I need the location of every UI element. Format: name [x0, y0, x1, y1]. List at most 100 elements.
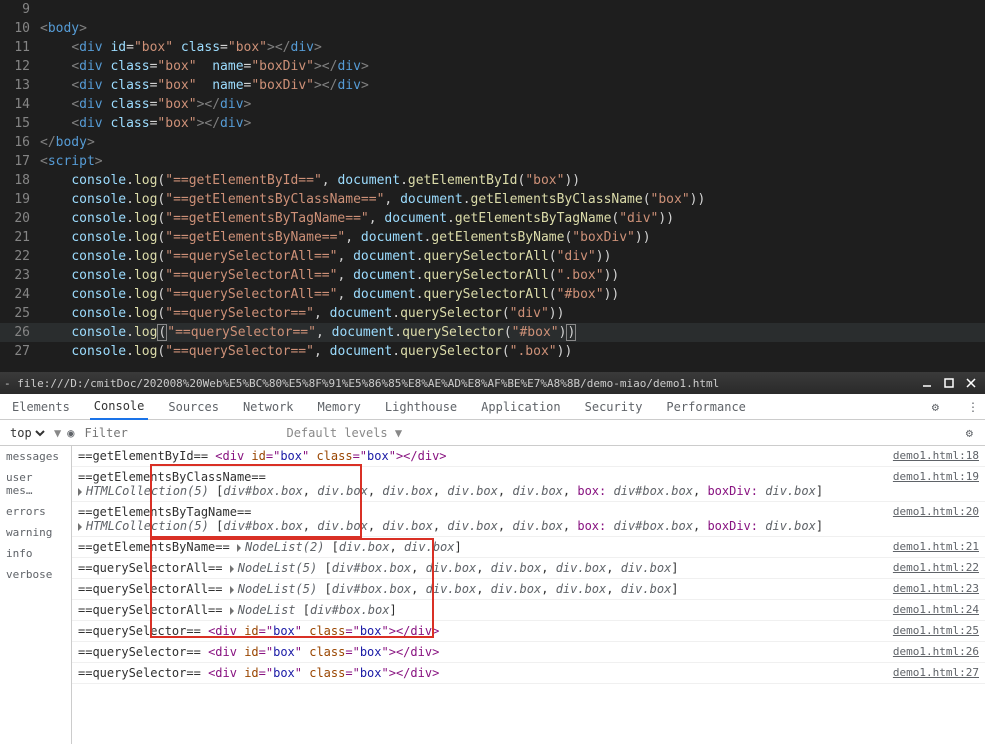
chevron-down-icon: ▼ — [54, 426, 61, 440]
code-content[interactable]: console.log("==querySelectorAll==", docu… — [40, 247, 611, 266]
code-line[interactable]: 17<script> — [0, 152, 985, 171]
code-editor[interactable]: 910<body>11 <div id="box" class="box"></… — [0, 0, 985, 372]
console-log-row[interactable]: ==querySelectorAll== NodeList(5) [div#bo… — [72, 558, 985, 579]
code-content[interactable]: console.log("==getElementsByClassName=="… — [40, 190, 705, 209]
source-link[interactable]: demo1.html:22 — [885, 561, 979, 574]
line-number: 26 — [0, 323, 40, 342]
code-line[interactable]: 25 console.log("==querySelector==", docu… — [0, 304, 985, 323]
sidebar-filter-messages[interactable]: messages — [0, 446, 71, 467]
code-line[interactable]: 16</body> — [0, 133, 985, 152]
console-log-row[interactable]: ==querySelector== <div id="box" class="b… — [72, 642, 985, 663]
console-log-row[interactable]: ==querySelectorAll== NodeList(5) [div#bo… — [72, 579, 985, 600]
console-settings-icon[interactable]: ⚙ — [960, 426, 979, 440]
source-link[interactable]: demo1.html:23 — [885, 582, 979, 595]
console-log-row[interactable]: ==querySelector== <div id="box" class="b… — [72, 621, 985, 642]
tab-application[interactable]: Application — [477, 394, 564, 420]
code-line[interactable]: 9 — [0, 0, 985, 19]
code-content[interactable]: console.log("==getElementsByName==", doc… — [40, 228, 651, 247]
code-content[interactable]: console.log("==querySelectorAll==", docu… — [40, 266, 619, 285]
sidebar-filter-usermes[interactable]: user mes… — [0, 467, 71, 501]
source-link[interactable]: demo1.html:27 — [885, 666, 979, 679]
code-line[interactable]: 18 console.log("==getElementById==", doc… — [0, 171, 985, 190]
code-line[interactable]: 19 console.log("==getElementsByClassName… — [0, 190, 985, 209]
line-number: 22 — [0, 247, 40, 266]
code-line[interactable]: 15 <div class="box"></div> — [0, 114, 985, 133]
code-line[interactable]: 12 <div class="box" name="boxDiv"></div> — [0, 57, 985, 76]
more-icon[interactable]: ⋮ — [961, 400, 985, 414]
code-content[interactable]: console.log("==querySelector==", documen… — [40, 304, 564, 323]
console-log-row[interactable]: ==getElementsByName== NodeList(2) [div.b… — [72, 537, 985, 558]
code-content[interactable]: <div class="box" name="boxDiv"></div> — [40, 76, 369, 95]
line-number: 21 — [0, 228, 40, 247]
maximize-button[interactable] — [939, 376, 959, 390]
sidebar-filter-verbose[interactable]: verbose — [0, 564, 71, 585]
console-log-row[interactable]: ==getElementsByTagName==HTMLCollection(5… — [72, 502, 985, 537]
code-line[interactable]: 10<body> — [0, 19, 985, 38]
devtools-titlebar: - file:///D:/cmitDoc/202008%20Web%E5%BC%… — [0, 372, 985, 394]
live-expression-icon[interactable]: ◉ — [67, 426, 74, 440]
devtools-tabs: Elements Console Sources Network Memory Light… — [0, 394, 985, 420]
tab-elements[interactable]: Elements — [8, 394, 74, 420]
code-content[interactable]: console.log("==querySelectorAll==", docu… — [40, 285, 619, 304]
line-number: 23 — [0, 266, 40, 285]
tab-lighthouse[interactable]: Lighthouse — [381, 394, 461, 420]
code-content[interactable]: <div class="box" name="boxDiv"></div> — [40, 57, 369, 76]
source-link[interactable]: demo1.html:21 — [885, 540, 979, 553]
source-link[interactable]: demo1.html:19 — [885, 470, 979, 483]
code-content[interactable]: <div id="box" class="box"></div> — [40, 38, 322, 57]
code-line[interactable]: 27 console.log("==querySelector==", docu… — [0, 342, 985, 361]
log-content: ==querySelector== <div id="box" class="b… — [78, 666, 885, 680]
console-log-row[interactable]: ==getElementsByClassName==HTMLCollection… — [72, 467, 985, 502]
code-content[interactable]: <div class="box"></div> — [40, 114, 251, 133]
tab-network[interactable]: Network — [239, 394, 298, 420]
code-content[interactable]: console.log("==querySelector==", documen… — [40, 323, 576, 342]
close-button[interactable] — [961, 376, 981, 390]
execution-context-select[interactable]: top — [6, 425, 48, 441]
tab-security[interactable]: Security — [581, 394, 647, 420]
sidebar-filter-errors[interactable]: errors — [0, 501, 71, 522]
code-line[interactable]: 14 <div class="box"></div> — [0, 95, 985, 114]
source-link[interactable]: demo1.html:24 — [885, 603, 979, 616]
line-number: 24 — [0, 285, 40, 304]
code-line[interactable]: 13 <div class="box" name="boxDiv"></div> — [0, 76, 985, 95]
console-output[interactable]: ==getElementById== <div id="box" class="… — [72, 446, 985, 744]
line-number: 10 — [0, 19, 40, 38]
sidebar-filter-warning[interactable]: warning — [0, 522, 71, 543]
code-content[interactable]: <div class="box"></div> — [40, 95, 251, 114]
console-log-row[interactable]: ==getElementById== <div id="box" class="… — [72, 446, 985, 467]
code-content[interactable]: console.log("==getElementsByTagName==", … — [40, 209, 674, 228]
source-link[interactable]: demo1.html:20 — [885, 505, 979, 518]
code-line[interactable]: 24 console.log("==querySelectorAll==", d… — [0, 285, 985, 304]
tab-memory[interactable]: Memory — [314, 394, 365, 420]
code-line[interactable]: 23 console.log("==querySelectorAll==", d… — [0, 266, 985, 285]
console-log-row[interactable]: ==querySelector== <div id="box" class="b… — [72, 663, 985, 684]
log-levels-dropdown[interactable]: Default levels ▼ — [286, 426, 402, 440]
code-content[interactable]: <body> — [40, 19, 87, 38]
filter-input[interactable] — [80, 424, 280, 442]
code-line[interactable]: 11 <div id="box" class="box"></div> — [0, 38, 985, 57]
source-link[interactable]: demo1.html:25 — [885, 624, 979, 637]
line-number: 20 — [0, 209, 40, 228]
line-number: 14 — [0, 95, 40, 114]
code-content[interactable]: </body> — [40, 133, 95, 152]
line-number: 18 — [0, 171, 40, 190]
code-content[interactable]: console.log("==querySelector==", documen… — [40, 342, 572, 361]
code-content[interactable]: <script> — [40, 152, 103, 171]
code-content[interactable]: console.log("==getElementById==", docume… — [40, 171, 580, 190]
tab-performance[interactable]: Performance — [662, 394, 749, 420]
sidebar-filter-info[interactable]: info — [0, 543, 71, 564]
console-sidebar[interactable]: messagesuser mes…errorswarninginfoverbos… — [0, 446, 72, 744]
code-line[interactable]: 22 console.log("==querySelectorAll==", d… — [0, 247, 985, 266]
minimize-button[interactable] — [917, 376, 937, 390]
source-link[interactable]: demo1.html:26 — [885, 645, 979, 658]
code-line[interactable]: 20 console.log("==getElementsByTagName==… — [0, 209, 985, 228]
source-link[interactable]: demo1.html:18 — [885, 449, 979, 462]
tab-sources[interactable]: Sources — [164, 394, 223, 420]
tab-console[interactable]: Console — [90, 394, 149, 420]
console-log-row[interactable]: ==querySelectorAll== NodeList [div#box.b… — [72, 600, 985, 621]
gear-icon[interactable]: ⚙ — [926, 400, 945, 414]
code-line[interactable]: 26 console.log("==querySelector==", docu… — [0, 323, 985, 342]
line-number: 11 — [0, 38, 40, 57]
log-content: ==getElementsByClassName==HTMLCollection… — [78, 470, 885, 498]
code-line[interactable]: 21 console.log("==getElementsByName==", … — [0, 228, 985, 247]
